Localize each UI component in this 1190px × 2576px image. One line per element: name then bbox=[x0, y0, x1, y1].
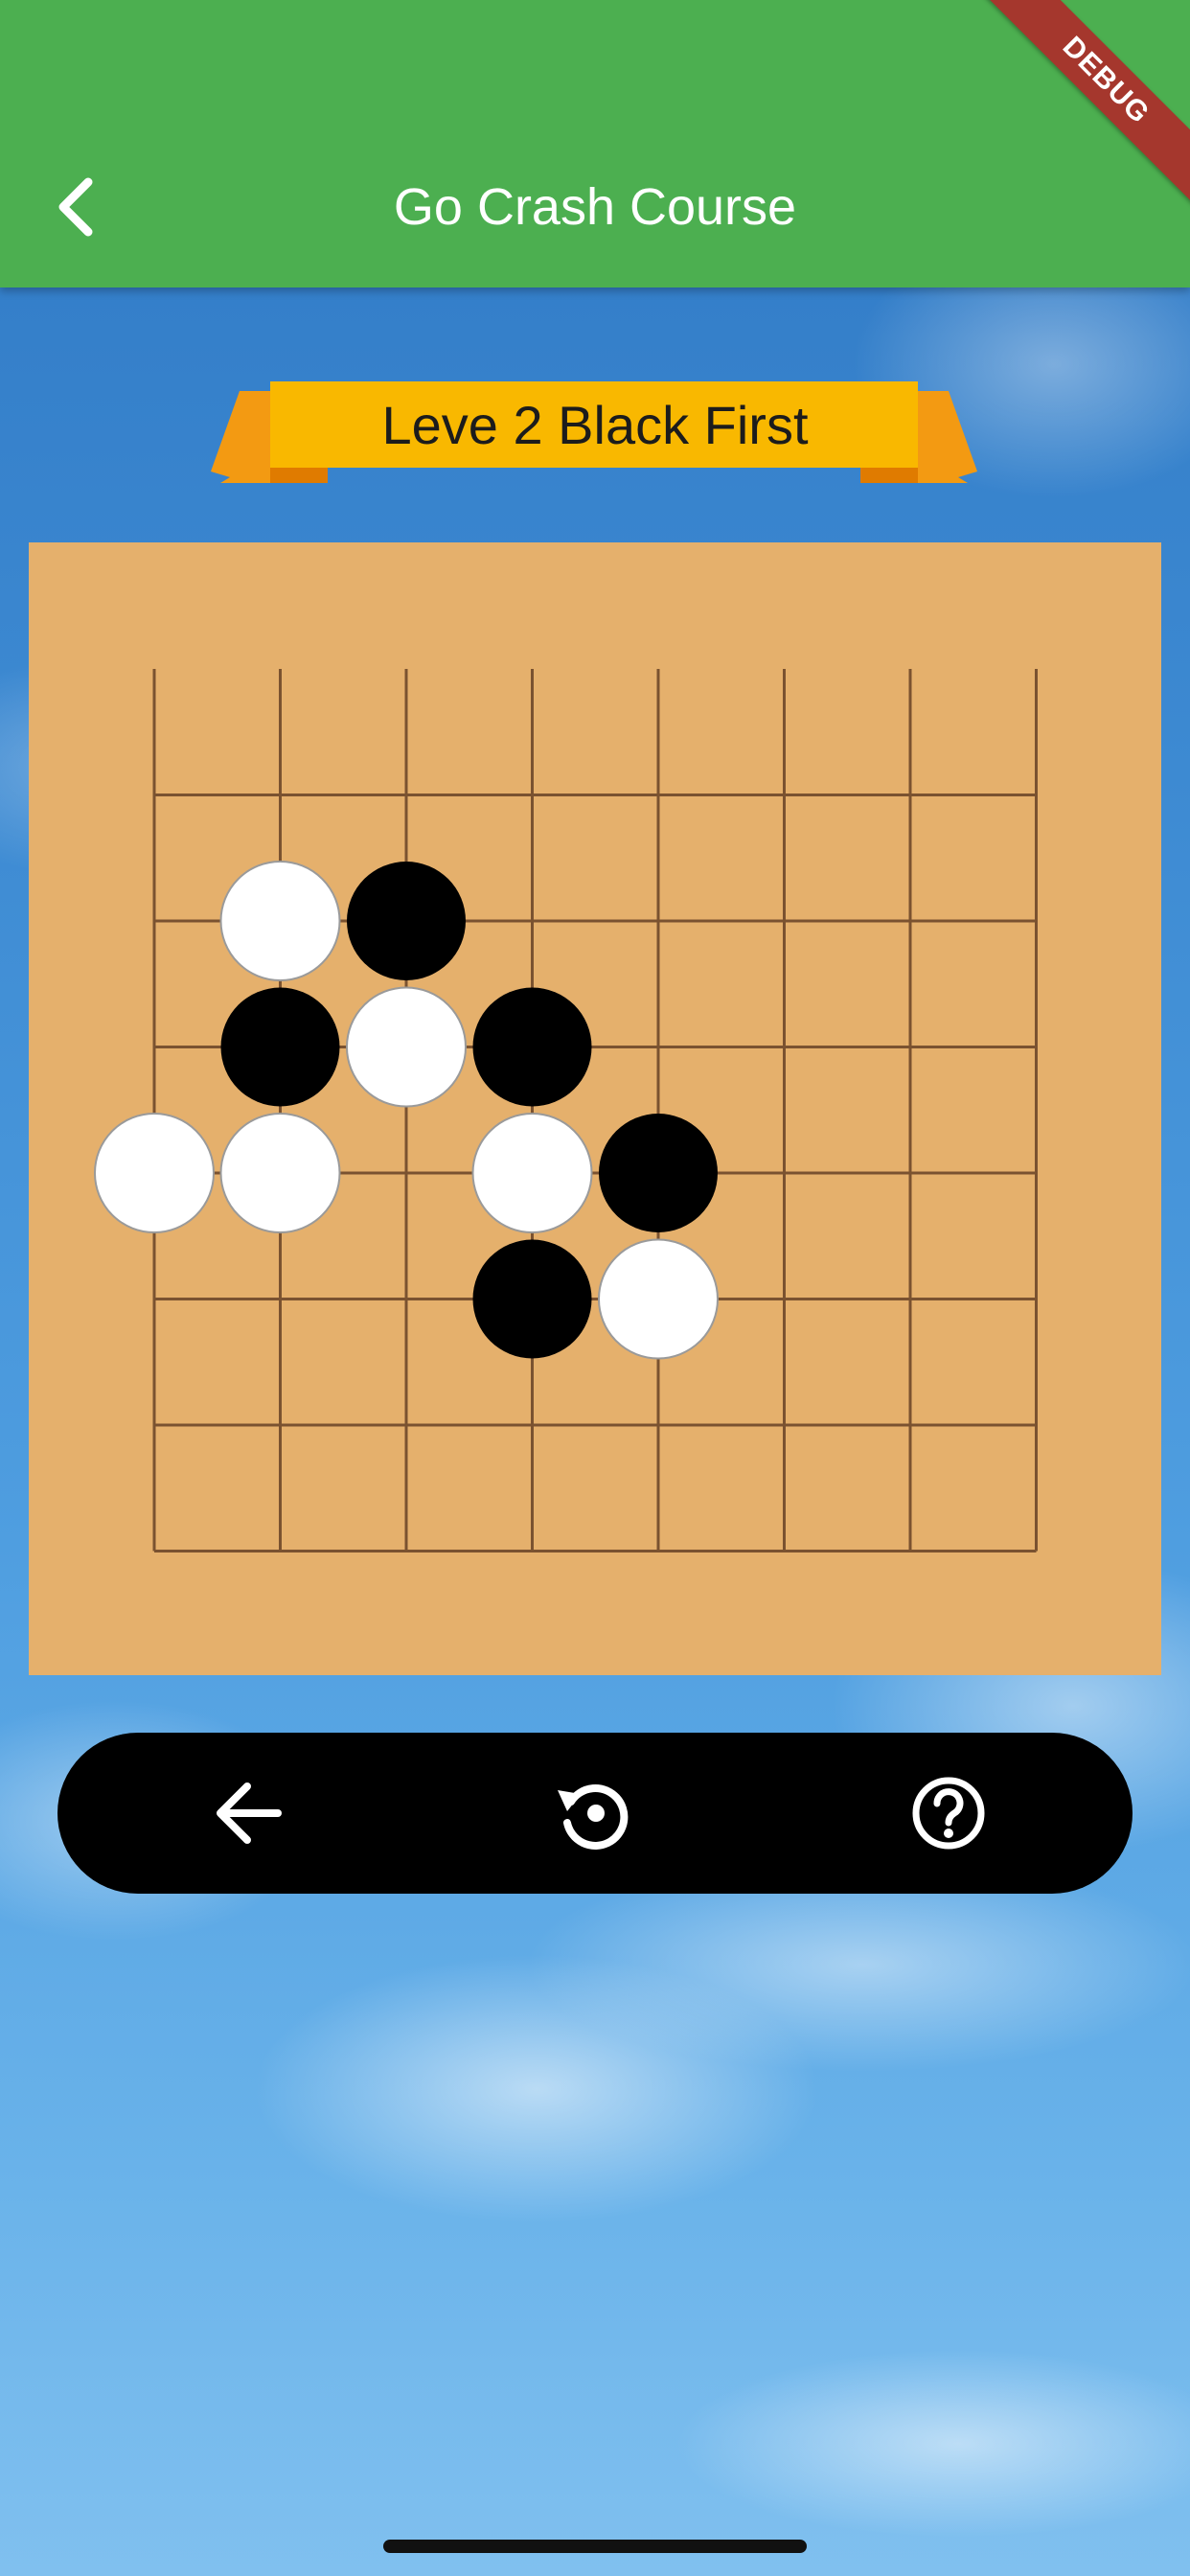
page-title: Go Crash Course bbox=[393, 178, 797, 236]
restart-icon bbox=[558, 1784, 629, 1850]
white-stone bbox=[346, 986, 467, 1108]
white-stone bbox=[94, 1113, 215, 1233]
home-indicator bbox=[383, 2540, 807, 2553]
reset-button[interactable] bbox=[546, 1765, 642, 1861]
board-grid bbox=[94, 669, 1038, 1552]
black-stone bbox=[599, 1114, 718, 1232]
undo-button[interactable] bbox=[201, 1765, 297, 1861]
help-button[interactable] bbox=[901, 1765, 996, 1861]
level-banner-text: Leve 2 Black First bbox=[381, 395, 809, 455]
control-bar bbox=[57, 1733, 1133, 1894]
black-stone bbox=[472, 987, 592, 1107]
black-stone bbox=[220, 987, 340, 1107]
white-stone bbox=[471, 1113, 593, 1233]
black-stone bbox=[347, 862, 466, 980]
white-stone bbox=[219, 861, 341, 981]
go-board[interactable] bbox=[29, 542, 1161, 1675]
help-circle-icon bbox=[912, 1777, 985, 1850]
arrow-left-icon bbox=[217, 1782, 282, 1844]
white-stone bbox=[598, 1238, 719, 1360]
white-stone bbox=[219, 1113, 341, 1233]
black-stone bbox=[472, 1239, 592, 1359]
app-bar: Go Crash Course DEBUG bbox=[0, 0, 1190, 288]
